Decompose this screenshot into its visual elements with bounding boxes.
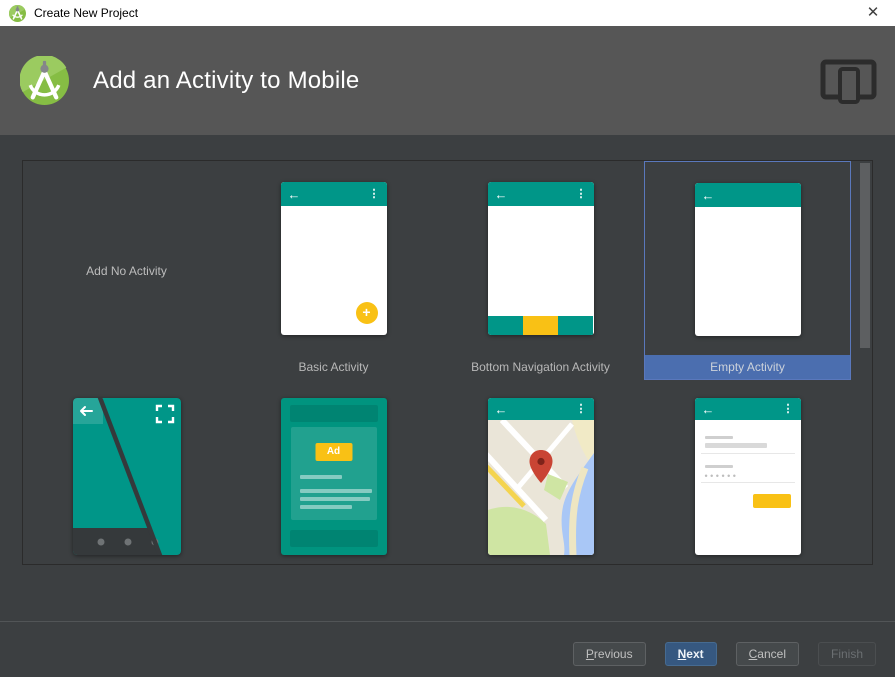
empty-activity-thumbnail: ←	[694, 183, 801, 336]
password-dots: ••••••	[704, 471, 739, 481]
ad-bottom-strip	[289, 530, 378, 547]
overflow-menu-icon: ⋮	[575, 187, 587, 200]
thumb-appbar: ← ⋮	[487, 182, 594, 206]
thumb-appbar: ← ⋮	[280, 182, 387, 206]
ad-card: Ad	[290, 427, 377, 520]
maps-activity-thumbnail: ← ⋮	[487, 398, 594, 555]
window-title: Create New Project	[34, 6, 139, 20]
form-label-line	[704, 436, 733, 439]
wizard-content: Add No Activity ← ⋮ + Basic Activity ← ⋮	[0, 135, 895, 677]
map-art	[487, 417, 594, 555]
bottom-navigation-thumbnail: ← ⋮	[487, 182, 594, 335]
form-underline	[700, 453, 795, 454]
footer-divider	[0, 621, 895, 622]
item-label: Empty Activity	[645, 355, 850, 379]
gallery-item-bottom-navigation-activity[interactable]: ← ⋮ Bottom Navigation Activity	[437, 161, 644, 380]
gallery-item-basic-activity[interactable]: ← ⋮ + Basic Activity	[230, 161, 437, 380]
text-line	[299, 475, 342, 479]
nav-segment	[558, 316, 594, 335]
wizard-footer: Previous Next Cancel Finish	[572, 642, 876, 666]
activity-gallery: Add No Activity ← ⋮ + Basic Activity ← ⋮	[22, 160, 873, 565]
wizard-header: Add an Activity to Mobile	[0, 26, 895, 135]
ad-top-strip	[289, 405, 378, 422]
gallery-item-login-activity[interactable]: ← ⋮ ••••••	[644, 380, 851, 564]
gallery-item-empty-activity[interactable]: ← Empty Activity	[644, 161, 851, 380]
page-title: Add an Activity to Mobile	[93, 66, 360, 94]
nav-segment	[522, 316, 559, 335]
nav-segment	[487, 316, 523, 335]
mobile-devices-icon	[820, 59, 877, 104]
back-arrow-icon: ←	[494, 186, 508, 202]
next-button[interactable]: Next	[664, 642, 717, 666]
overflow-menu-icon: ⋮	[782, 402, 794, 415]
form-label-line	[704, 465, 733, 468]
ads-activity-thumbnail: Ad	[280, 398, 387, 555]
cancel-button[interactable]: Cancel	[735, 642, 799, 666]
back-arrow-icon: ←	[701, 401, 715, 417]
thumb-appbar: ← ⋮	[694, 398, 801, 420]
gallery-item-maps-activity[interactable]: ← ⋮	[437, 380, 644, 564]
back-arrow-icon: ←	[701, 187, 715, 203]
overflow-menu-icon: ⋮	[368, 187, 380, 200]
nav-bar-shape	[72, 528, 161, 555]
fab-add-icon: +	[355, 302, 378, 324]
thumb-appbar: ← ⋮	[487, 398, 594, 420]
text-line	[299, 489, 372, 493]
text-line	[299, 505, 352, 509]
thumb-appbar: ←	[694, 183, 801, 207]
gallery-item-fullscreen-activity[interactable]	[23, 380, 230, 564]
bottom-nav-bar	[487, 316, 594, 335]
previous-button[interactable]: Previous	[572, 642, 646, 666]
gallery-item-add-no-activity[interactable]: Add No Activity	[23, 161, 230, 380]
item-label: Add No Activity	[86, 263, 167, 278]
item-label: Basic Activity	[298, 360, 369, 374]
gallery-grid: Add No Activity ← ⋮ + Basic Activity ← ⋮	[23, 161, 872, 564]
overflow-menu-icon: ⋮	[575, 402, 587, 415]
fullscreen-thumb-art	[72, 398, 181, 555]
back-arrow-icon: ←	[287, 186, 301, 202]
window-titlebar: Create New Project ✕	[0, 0, 895, 26]
android-studio-logo-icon	[20, 56, 69, 105]
text-line	[299, 497, 370, 501]
form-underline	[700, 482, 795, 483]
ad-badge: Ad	[315, 443, 352, 461]
close-icon[interactable]: ✕	[860, 0, 886, 26]
finish-button[interactable]: Finish	[817, 642, 876, 666]
item-label: Bottom Navigation Activity	[471, 360, 610, 374]
gallery-item-ads-activity[interactable]: Ad	[230, 380, 437, 564]
android-studio-icon	[9, 4, 26, 22]
login-button-shape	[752, 494, 791, 508]
vertical-scrollbar-thumb[interactable]	[860, 163, 870, 348]
form-input-line	[704, 443, 767, 448]
fullscreen-activity-thumbnail	[72, 398, 181, 555]
login-activity-thumbnail: ← ⋮ ••••••	[694, 398, 801, 555]
basic-activity-thumbnail: ← ⋮ +	[280, 182, 387, 335]
back-arrow-icon: ←	[494, 401, 508, 417]
